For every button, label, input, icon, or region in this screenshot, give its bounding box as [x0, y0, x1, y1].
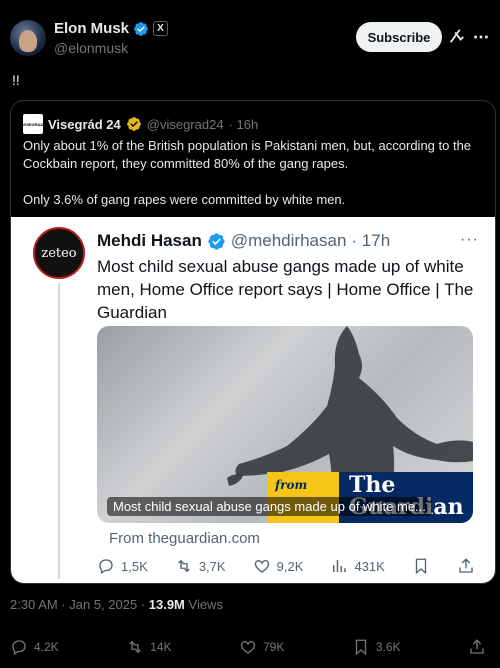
inner-views-count: 431K	[354, 558, 385, 574]
article-source-link: From theguardian.com	[109, 530, 260, 547]
inner-verified-badge-icon	[208, 232, 225, 250]
article-image: from The Guardian Most child sexual abus…	[97, 326, 473, 523]
views-icon	[333, 560, 347, 572]
reply-icon	[99, 559, 113, 574]
author-handle[interactable]: @elonmusk	[54, 40, 128, 56]
verified-badge-icon	[134, 21, 148, 36]
inner-repost-action: 3,7K	[175, 557, 226, 575]
quoted-tweet[interactable]: VISEGRAD Visegrád 24 @visegrad24 · 16h O…	[10, 100, 496, 584]
article-title-overlay: Most child sexual abuse gangs made up of…	[107, 497, 432, 516]
inner-reply-action: 1,5K	[97, 557, 148, 575]
quoted-author-avatar[interactable]: VISEGRAD	[23, 114, 43, 134]
inner-repost-count: 3,7K	[198, 558, 226, 574]
tweet-timestamp[interactable]: 2:30 AM · Jan 5, 2025 · 13.9M Views	[10, 597, 223, 612]
quoted-tweet-time[interactable]: · 16h	[229, 117, 259, 132]
reply-button[interactable]: 4.2K	[10, 638, 59, 656]
inner-like-count: 9,2K	[276, 558, 304, 574]
bookmark-count: 3.6K	[375, 640, 401, 654]
author-name[interactable]: Elon Musk	[54, 20, 129, 37]
inner-more-icon: ···	[460, 231, 479, 248]
embedded-tweet-screenshot: zeteo Mehdi Hasan @mehdirhasan · 17h ···…	[11, 217, 495, 583]
author-name-row: Elon Musk X	[54, 20, 169, 37]
x-affiliation-badge: X	[153, 21, 169, 36]
bookmark-button[interactable]: 3.6K	[352, 638, 401, 656]
repost-button[interactable]: 14K	[126, 638, 172, 656]
views-count: 13.9M	[148, 597, 185, 612]
reply-count: 4.2K	[34, 640, 59, 654]
views-label: Views	[184, 597, 223, 612]
tweet-text: !!	[12, 72, 20, 88]
share-button[interactable]	[468, 638, 486, 656]
gold-verified-badge-icon	[126, 117, 141, 131]
share-icon	[459, 558, 473, 573]
grok-icon[interactable]	[448, 26, 466, 46]
reply-icon	[12, 640, 26, 655]
quoted-paragraph-2: Only 3.6% of gang rapes were committed b…	[23, 192, 346, 207]
engagement-bar: 4.2K 14K 79K 3.6K	[10, 638, 486, 656]
inner-author-handle: @mehdirhasan	[230, 231, 347, 250]
repost-icon	[129, 640, 141, 654]
repost-icon	[178, 559, 190, 573]
author-avatar[interactable]	[10, 20, 46, 56]
bookmark-icon	[415, 558, 427, 575]
inner-tweet-text: Most child sexual abuse gangs made up of…	[97, 257, 474, 322]
like-count: 79K	[262, 640, 285, 654]
inner-tweet-header: Mehdi Hasan @mehdirhasan · 17h	[97, 231, 390, 251]
inner-author-avatar: zeteo	[33, 227, 85, 279]
tweet-header: Elon Musk X @elonmusk Subscribe	[10, 14, 490, 62]
inner-engagement-bar: 1,5K 3,7K 9,2K 431K	[97, 557, 475, 575]
like-button[interactable]: 79K	[239, 638, 284, 656]
tweet-time[interactable]: 2:30 AM · Jan 5, 2025 ·	[10, 597, 149, 612]
repost-count: 14K	[150, 640, 172, 654]
inner-tweet-time: · 17h	[351, 231, 391, 250]
inner-views-action: 431K	[330, 557, 385, 575]
share-icon	[470, 639, 484, 654]
inner-author-name: Mehdi Hasan	[97, 231, 202, 250]
subscribe-button[interactable]: Subscribe	[356, 22, 442, 52]
quoted-author-handle[interactable]: @visegrad24	[147, 117, 224, 132]
inner-reply-count: 1,5K	[121, 558, 148, 574]
quoted-author-name[interactable]: Visegrád 24	[48, 117, 121, 132]
heart-icon	[254, 560, 269, 573]
quoted-tweet-header: VISEGRAD Visegrád 24 @visegrad24 · 16h	[23, 114, 258, 134]
quoted-tweet-text: Only about 1% of the British population …	[23, 137, 489, 209]
thread-line	[58, 283, 60, 579]
heart-icon	[240, 641, 256, 654]
more-options-icon[interactable]	[472, 28, 490, 46]
inner-like-action: 9,2K	[253, 557, 304, 575]
bookmark-icon	[355, 639, 366, 656]
quoted-paragraph-1: Only about 1% of the British population …	[23, 138, 472, 171]
